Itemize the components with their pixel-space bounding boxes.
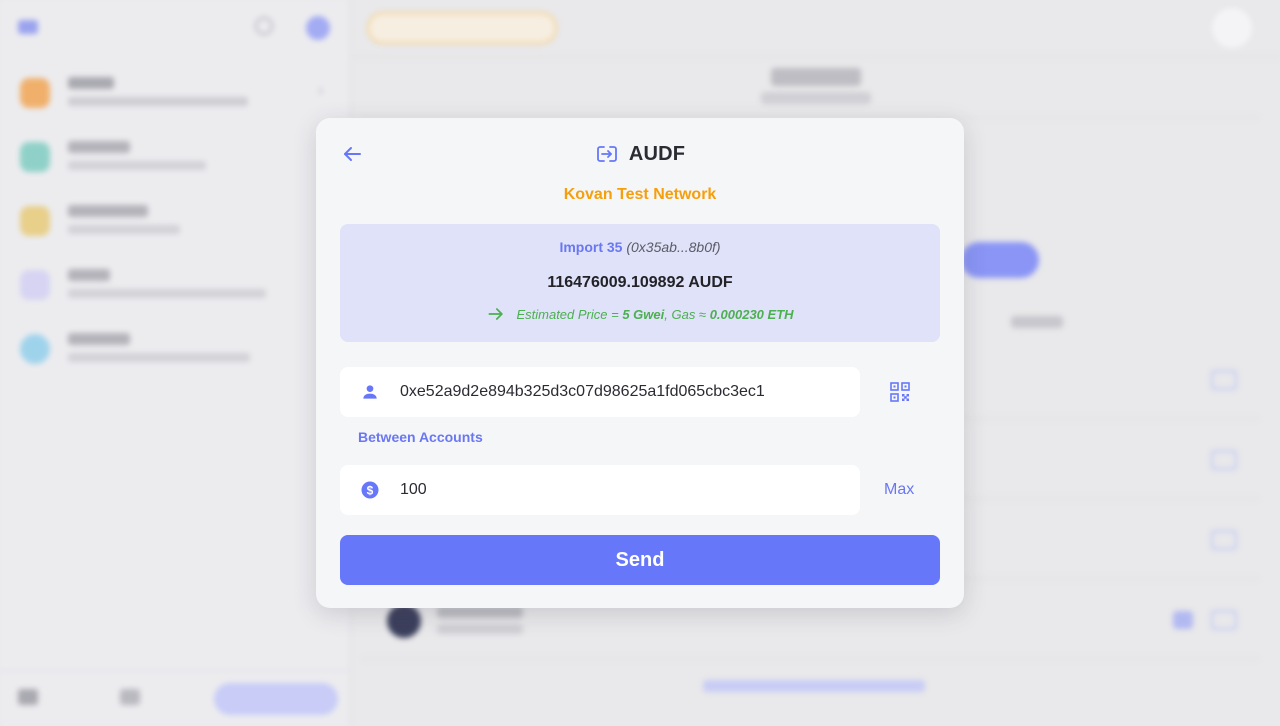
recipient-field xyxy=(340,367,860,417)
gas-estimate-text: Estimated Price = 5 Gwei, Gas ≈ 0.000230… xyxy=(516,307,793,322)
sidebar-item-jarvis xyxy=(20,264,340,304)
amount-input[interactable] xyxy=(400,465,850,515)
chevron-right-icon: › xyxy=(318,82,324,99)
menu-icon xyxy=(18,20,38,34)
between-accounts-link[interactable]: Between Accounts xyxy=(358,429,483,445)
token-action-icon xyxy=(1173,611,1193,629)
sidebar-item-public-id xyxy=(20,328,340,368)
sidebar-item-wallet: › xyxy=(20,72,340,112)
group-chat-icon xyxy=(20,206,50,236)
row-action-icon xyxy=(1211,450,1237,470)
person-icon xyxy=(363,385,377,399)
account-title xyxy=(771,68,861,86)
sidebar-item-title xyxy=(68,269,110,281)
footer-icon xyxy=(18,689,38,705)
row-action-icon xyxy=(1211,370,1237,390)
send-button[interactable]: Send xyxy=(340,535,940,585)
row-action-icon xyxy=(1211,530,1237,550)
gas-prefix: , Gas ≈ xyxy=(664,306,710,322)
sidebar-item-title xyxy=(68,141,130,153)
network-label: Kovan Test Network xyxy=(563,186,717,203)
scan-qr-button[interactable] xyxy=(890,382,910,402)
modal-title: AUDF xyxy=(628,142,686,165)
estimated-price-prefix: Estimated Price = xyxy=(516,306,623,322)
arrow-right-icon xyxy=(488,308,504,320)
account-info-card: Import 35 (0x35ab...8b0f) 116476009.1098… xyxy=(340,224,940,342)
network-pill xyxy=(367,12,557,44)
sidebar-item-subtitle xyxy=(68,161,206,170)
transfer-in-icon xyxy=(596,146,617,162)
sidebar-footer xyxy=(0,670,350,726)
sidebar: › xyxy=(0,0,350,726)
add-token-link xyxy=(703,680,925,692)
contacts-icon xyxy=(20,142,50,172)
qr-code-icon xyxy=(890,382,910,402)
jarvis-icon xyxy=(20,270,50,300)
sidebar-item-title xyxy=(68,333,130,345)
sidebar-item-contacts xyxy=(20,136,340,176)
account-address: (0x35ab...8b0f) xyxy=(626,239,721,255)
sidebar-item-title xyxy=(68,77,114,89)
sidebar-item-subtitle xyxy=(68,97,248,106)
public-id-icon xyxy=(20,334,50,364)
divider xyxy=(361,658,1260,659)
max-button[interactable]: Max xyxy=(884,481,914,499)
account-name: Import 35 xyxy=(559,239,623,255)
account-address xyxy=(761,92,871,104)
row-action-icon xyxy=(1211,610,1237,630)
search-icon xyxy=(255,17,273,35)
footer-pill xyxy=(214,683,338,715)
recipient-address-input[interactable] xyxy=(400,367,850,417)
avatar xyxy=(306,16,330,40)
dollar-circle-icon: $ xyxy=(361,481,379,499)
send-token-modal: AUDF Kovan Test Network Import 35 (0x35a… xyxy=(316,118,964,608)
wallet-icon xyxy=(20,78,50,108)
divider xyxy=(351,56,1280,57)
svg-text:$: $ xyxy=(367,483,374,497)
gas-value: 0.000230 ETH xyxy=(709,306,794,322)
footer-icon xyxy=(120,689,140,705)
receive-button xyxy=(961,242,1039,278)
amount-field: $ xyxy=(340,465,860,515)
top-right-button xyxy=(1212,8,1252,48)
token-balance: 116476009.109892 AUDF xyxy=(547,274,733,291)
sidebar-item-subtitle xyxy=(68,353,250,362)
sidebar-header xyxy=(0,0,349,56)
sidebar-item-subtitle xyxy=(68,225,180,234)
estimated-price-value: 5 Gwei xyxy=(622,306,665,322)
token-avatar xyxy=(387,604,421,638)
sidebar-item-group-chat xyxy=(20,200,340,240)
modal-header: AUDF xyxy=(316,142,964,166)
account-line: Import 35 (0x35ab...8b0f) xyxy=(340,239,940,255)
gas-estimate: Estimated Price = 5 Gwei, Gas ≈ 0.000230… xyxy=(340,304,940,324)
token-balance xyxy=(437,624,523,634)
sidebar-item-title xyxy=(68,205,148,217)
activity-tab xyxy=(1011,316,1063,328)
sidebar-item-subtitle xyxy=(68,289,266,298)
